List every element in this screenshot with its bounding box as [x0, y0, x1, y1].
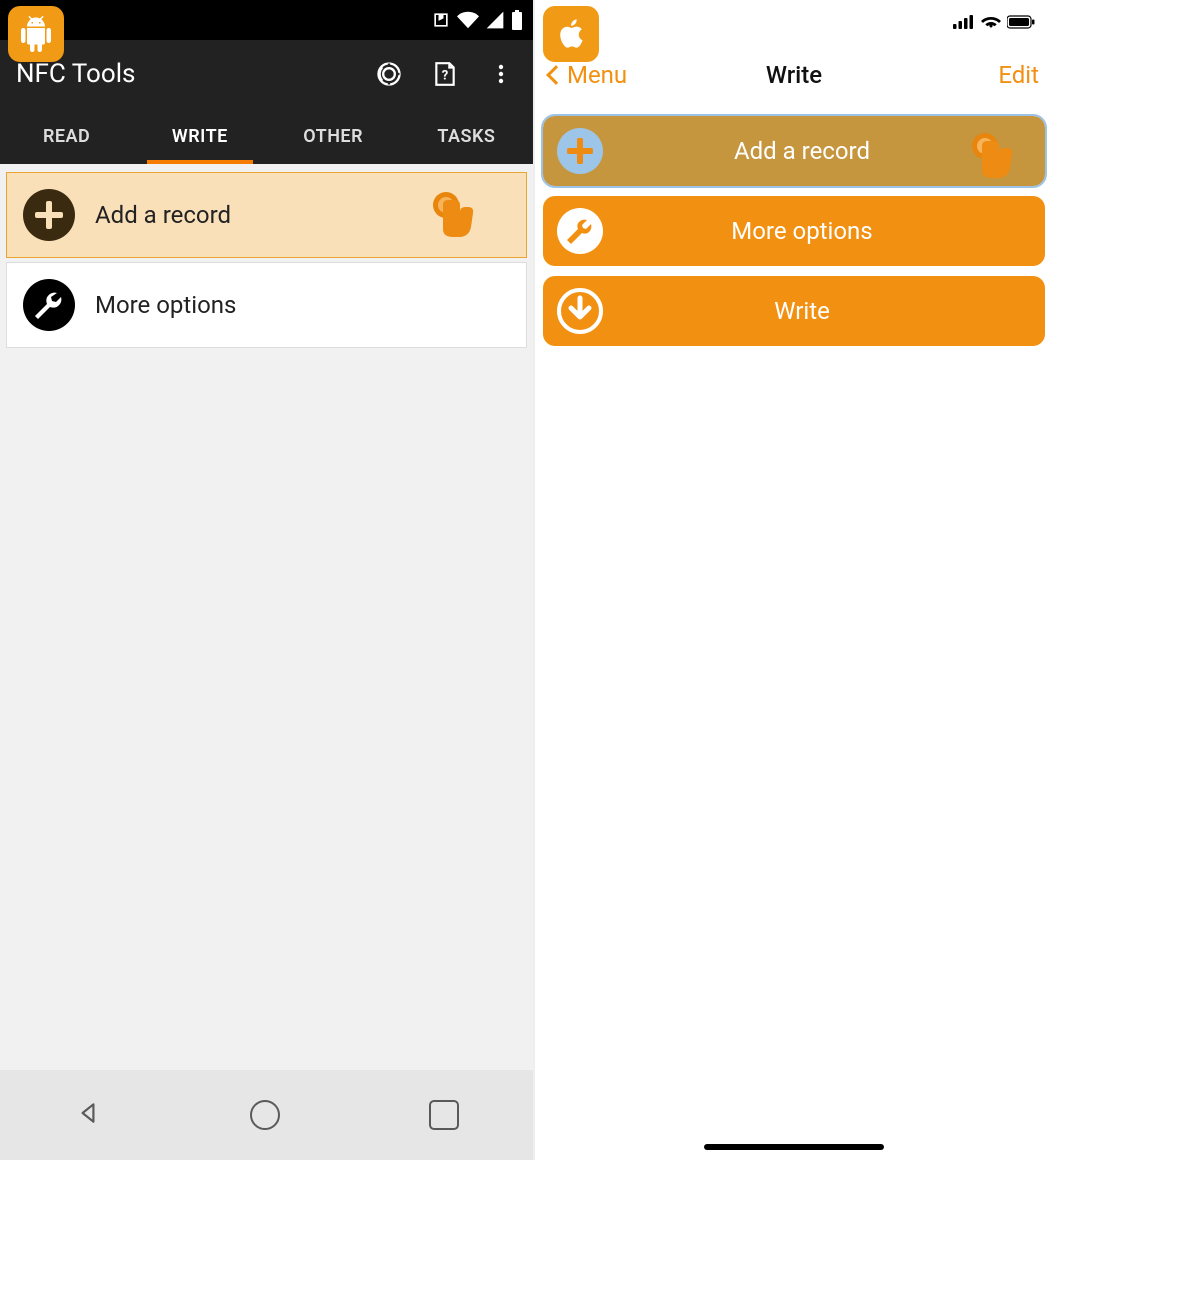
nav-title: Write [712, 61, 875, 89]
chevron-left-icon [546, 65, 566, 85]
wrench-circle-icon [23, 279, 75, 331]
tab-tasks[interactable]: TASKS [400, 108, 533, 164]
battery-status-icon [511, 10, 523, 30]
more-options-button[interactable]: More options [543, 196, 1045, 266]
android-nav-bar [0, 1070, 533, 1160]
more-options-label: More options [573, 217, 1031, 245]
write-label: Write [573, 297, 1031, 325]
android-app-bar: NFC Tools ? [0, 40, 533, 108]
more-options-item[interactable]: More options [6, 262, 527, 348]
android-platform-badge [8, 6, 64, 62]
wifi-status-icon [457, 9, 479, 31]
ios-status-bar [535, 0, 1053, 44]
svg-text:?: ? [442, 68, 448, 83]
touch-pointer-icon [426, 191, 476, 251]
apple-icon [554, 17, 588, 51]
wifi-icon [981, 15, 1001, 29]
android-status-bar [0, 0, 533, 40]
add-record-label: Add a record [95, 201, 231, 229]
ios-platform-badge [543, 6, 599, 62]
nav-recent-button[interactable] [429, 1100, 459, 1130]
ios-home-indicator[interactable] [704, 1144, 884, 1150]
tab-write[interactable]: WRITE [133, 108, 266, 164]
triangle-back-icon [75, 1100, 101, 1126]
android-content: Add a record More options [0, 164, 533, 1070]
target-icon [375, 60, 403, 88]
nfc-status-icon [431, 10, 451, 30]
add-record-button[interactable]: Add a record [543, 116, 1045, 186]
app-title: NFC Tools [16, 59, 349, 89]
ios-nav-header: Menu Write Edit [535, 44, 1053, 106]
android-tabs: READ WRITE OTHER TASKS [0, 108, 533, 164]
target-icon-button[interactable] [373, 58, 405, 90]
android-screen: NFC Tools ? READ WRITE OTHER TASKS [0, 0, 533, 1160]
kebab-icon [489, 62, 513, 86]
more-options-label: More options [95, 291, 236, 319]
help-file-icon: ? [432, 61, 458, 87]
plus-circle-icon [23, 189, 75, 241]
nav-edit-button[interactable]: Edit [876, 61, 1039, 89]
cell-signal-icon [485, 10, 505, 30]
nav-home-button[interactable] [250, 1100, 280, 1130]
write-button[interactable]: Write [543, 276, 1045, 346]
more-menu-button[interactable] [485, 58, 517, 90]
cell-signal-icon [953, 15, 975, 29]
nav-back-label: Menu [567, 61, 627, 89]
battery-icon [1007, 15, 1035, 29]
ios-screen: Menu Write Edit Add a record More option… [535, 0, 1053, 1160]
add-record-item[interactable]: Add a record [6, 172, 527, 258]
tab-read[interactable]: READ [0, 108, 133, 164]
add-record-label: Add a record [573, 137, 1031, 165]
android-icon [18, 16, 54, 52]
help-icon-button[interactable]: ? [429, 58, 461, 90]
nav-back-button[interactable] [75, 1100, 101, 1130]
nav-back-button[interactable]: Menu [549, 61, 712, 89]
tab-other[interactable]: OTHER [267, 108, 400, 164]
ios-content: Add a record More options [535, 106, 1053, 356]
